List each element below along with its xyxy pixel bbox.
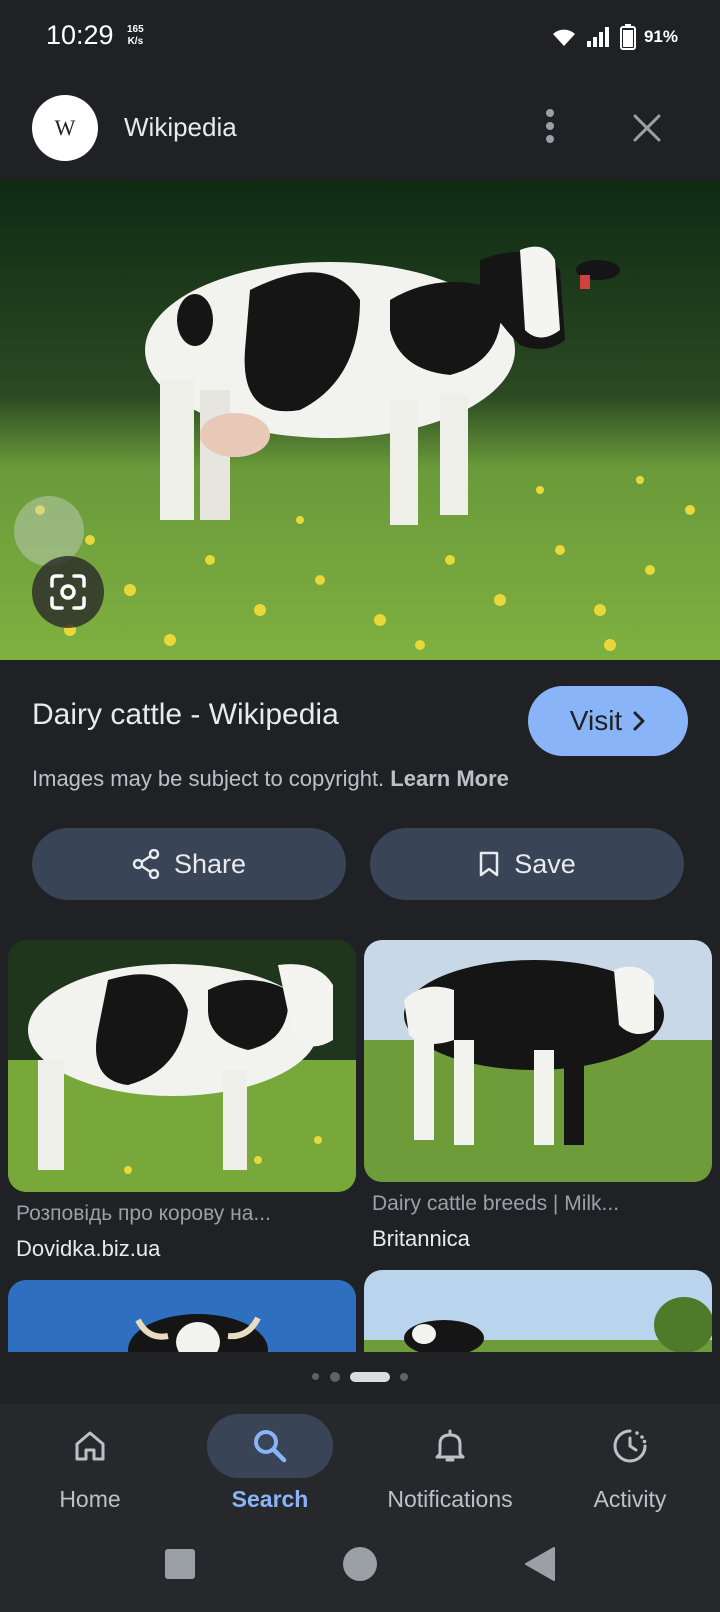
related-image-4[interactable] [364,1270,712,1352]
nav-search[interactable]: Search [180,1404,360,1524]
copyright-text: Images may be subject to copyright. [32,766,385,791]
search-icon [207,1414,333,1478]
system-navigation-bar [0,1524,720,1612]
bookmark-icon [479,851,499,877]
more-vert-icon[interactable] [535,106,565,146]
result-title[interactable]: Dairy cattle - Wikipedia [32,698,339,732]
related-source-2: Britannica [372,1226,470,1251]
back-icon[interactable] [524,1546,556,1582]
site-name[interactable]: Wikipedia [124,112,237,143]
related-image-1[interactable] [8,940,356,1192]
related-image-3[interactable] [8,1280,356,1352]
main-result-image[interactable] [0,180,720,660]
home-icon [27,1414,153,1478]
save-label: Save [514,848,576,879]
nav-notifications[interactable]: Notifications [360,1404,540,1524]
nav-notifications-label: Notifications [387,1486,513,1512]
recents-icon[interactable] [164,1548,196,1580]
related-source-1: Dovidka.biz.ua [16,1236,161,1261]
copyright-notice: Images may be subject to copyright. Lear… [32,766,509,792]
nav-home[interactable]: Home [0,1404,180,1524]
chevron-right-icon [633,711,645,731]
battery-icon [619,24,636,50]
page-dot [312,1373,319,1380]
share-button[interactable]: Share [32,828,346,900]
page-dot [400,1373,408,1381]
related-image-2[interactable] [364,940,712,1182]
save-button[interactable]: Save [370,828,684,900]
network-speed-value: 165 [127,24,144,35]
share-label: Share [173,848,247,879]
wifi-icon [552,29,575,46]
home-button-icon[interactable] [342,1546,378,1582]
visit-label: Visit [569,705,623,736]
status-icons: 91% [550,24,678,50]
page-dot-active [350,1372,390,1382]
signal-icon [586,27,609,47]
page-dot [330,1372,340,1382]
result-header: W Wikipedia [0,88,720,174]
network-speed-unit: K/s [127,36,144,47]
nav-activity-label: Activity [593,1486,667,1512]
lens-icon[interactable] [32,556,104,628]
bottom-navigation: Home Search Notifications Activity [0,1404,720,1524]
visit-button[interactable]: Visit [528,686,688,756]
nav-home-label: Home [59,1486,121,1512]
nav-activity[interactable]: Activity [540,1404,720,1524]
battery-percent: 91% [643,27,678,46]
related-caption-2[interactable]: Dairy cattle breeds | Milk... [372,1192,708,1216]
status-bar: 10:29 165 K/s 91% [0,0,720,80]
nav-search-label: Search [231,1486,309,1512]
learn-more-link[interactable]: Learn More [390,766,509,791]
related-caption-1[interactable]: Розповідь про корову на... [16,1202,352,1226]
network-speed: 165 K/s [127,24,144,48]
share-icon [132,849,160,879]
page-indicator [300,1370,420,1384]
bell-icon [387,1414,513,1478]
status-time: 10:29 [46,20,114,50]
site-logo: W [32,95,98,161]
activity-icon [567,1414,693,1478]
close-icon[interactable] [625,106,669,150]
